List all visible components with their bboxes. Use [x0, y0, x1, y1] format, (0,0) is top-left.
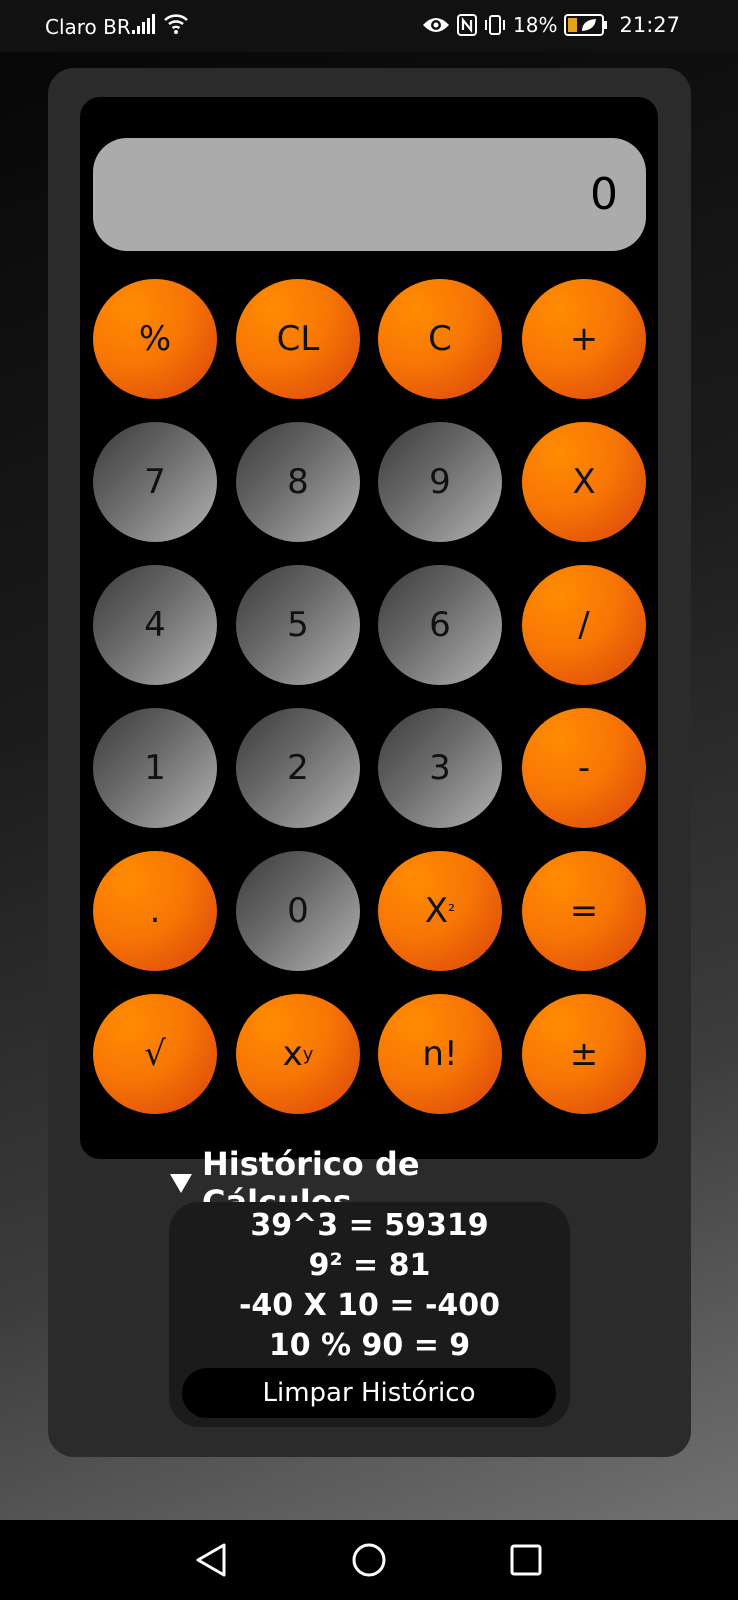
clear-history-button[interactable]: Limpar Histórico — [182, 1368, 556, 1418]
digit-2-button[interactable]: 2 — [236, 708, 360, 828]
divide-button[interactable]: / — [522, 565, 646, 685]
signal-icon — [132, 14, 155, 34]
navigation-bar — [0, 1520, 738, 1600]
square-root-button[interactable]: √ — [93, 994, 217, 1114]
subtract-button[interactable]: - — [522, 708, 646, 828]
digit-3-button[interactable]: 3 — [378, 708, 502, 828]
clear-last-button[interactable]: CL — [236, 279, 360, 399]
power-exponent-label: y — [302, 1043, 314, 1065]
digit-8-button[interactable]: 8 — [236, 422, 360, 542]
square-button[interactable]: X² — [378, 851, 502, 971]
add-button[interactable]: + — [522, 279, 646, 399]
carrier-name: Claro BR — [45, 15, 131, 39]
equals-button[interactable]: = — [522, 851, 646, 971]
digit-7-button[interactable]: 7 — [93, 422, 217, 542]
digit-1-button[interactable]: 1 — [93, 708, 217, 828]
display-value: 0 — [590, 169, 618, 220]
nfc-icon — [457, 14, 478, 36]
recent-apps-icon[interactable] — [509, 1542, 543, 1578]
history-item: 10 % 90 = 9 — [268, 1328, 471, 1363]
vibrate-icon — [485, 15, 506, 35]
digit-0-button[interactable]: 0 — [236, 851, 360, 971]
status-bar: Claro BR 18% 21:27 — [0, 0, 738, 52]
wifi-icon — [164, 14, 188, 34]
percent-button[interactable]: % — [93, 279, 217, 399]
digit-5-button[interactable]: 5 — [236, 565, 360, 685]
calculator-display: 0 — [93, 138, 646, 251]
triangle-down-icon — [170, 1173, 192, 1193]
history-item: -40 X 10 = -400 — [238, 1288, 501, 1323]
square-base-label: X — [424, 891, 449, 931]
home-icon[interactable] — [351, 1542, 387, 1578]
digit-6-button[interactable]: 6 — [378, 565, 502, 685]
multiply-button[interactable]: X — [522, 422, 646, 542]
history-item: 9² = 81 — [308, 1248, 431, 1283]
battery-saver-icon — [564, 14, 608, 36]
history-toggle[interactable]: Histórico de Cálculos — [170, 1145, 570, 1221]
decimal-point-button[interactable]: . — [93, 851, 217, 971]
square-exponent-label: ² — [448, 900, 456, 922]
history-item: 39^3 = 59319 — [250, 1208, 489, 1243]
plus-minus-button[interactable]: ± — [522, 994, 646, 1114]
clock-time: 21:27 — [619, 13, 680, 37]
factorial-button[interactable]: n! — [378, 994, 502, 1114]
back-icon[interactable] — [194, 1542, 228, 1578]
digit-4-button[interactable]: 4 — [93, 565, 217, 685]
power-base-label: x — [282, 1034, 303, 1074]
power-button[interactable]: xy — [236, 994, 360, 1114]
clear-button[interactable]: C — [378, 279, 502, 399]
battery-percent: 18% — [513, 13, 558, 37]
eye-icon — [423, 18, 450, 32]
digit-9-button[interactable]: 9 — [378, 422, 502, 542]
